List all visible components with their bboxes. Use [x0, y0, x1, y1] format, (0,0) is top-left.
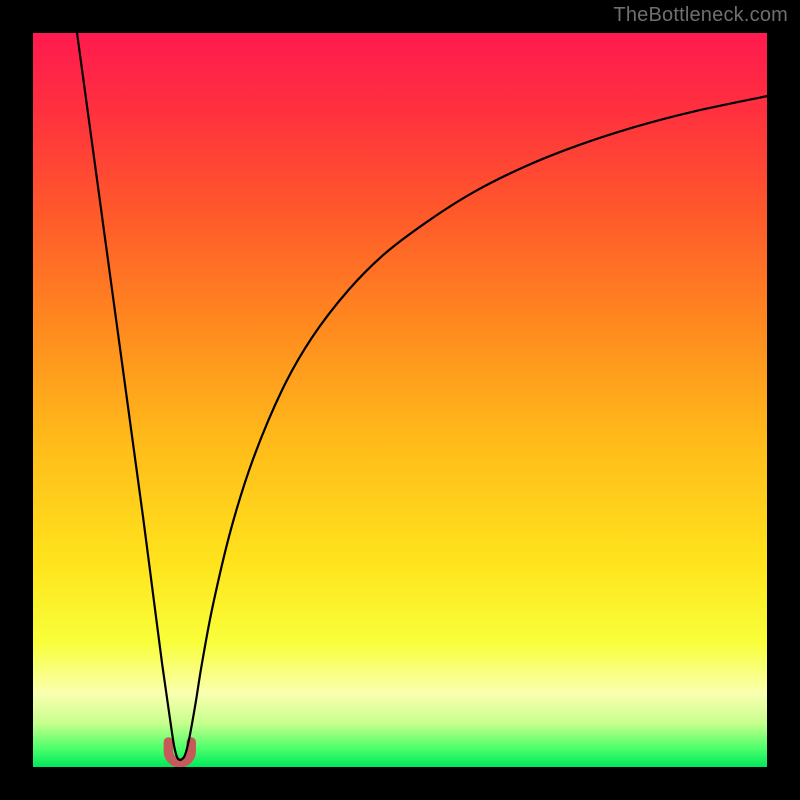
gradient-background — [33, 33, 767, 767]
bottleneck-chart-svg — [33, 33, 767, 767]
plot-area — [33, 33, 767, 767]
chart-frame: TheBottleneck.com — [0, 0, 800, 800]
watermark-text: TheBottleneck.com — [613, 4, 788, 27]
